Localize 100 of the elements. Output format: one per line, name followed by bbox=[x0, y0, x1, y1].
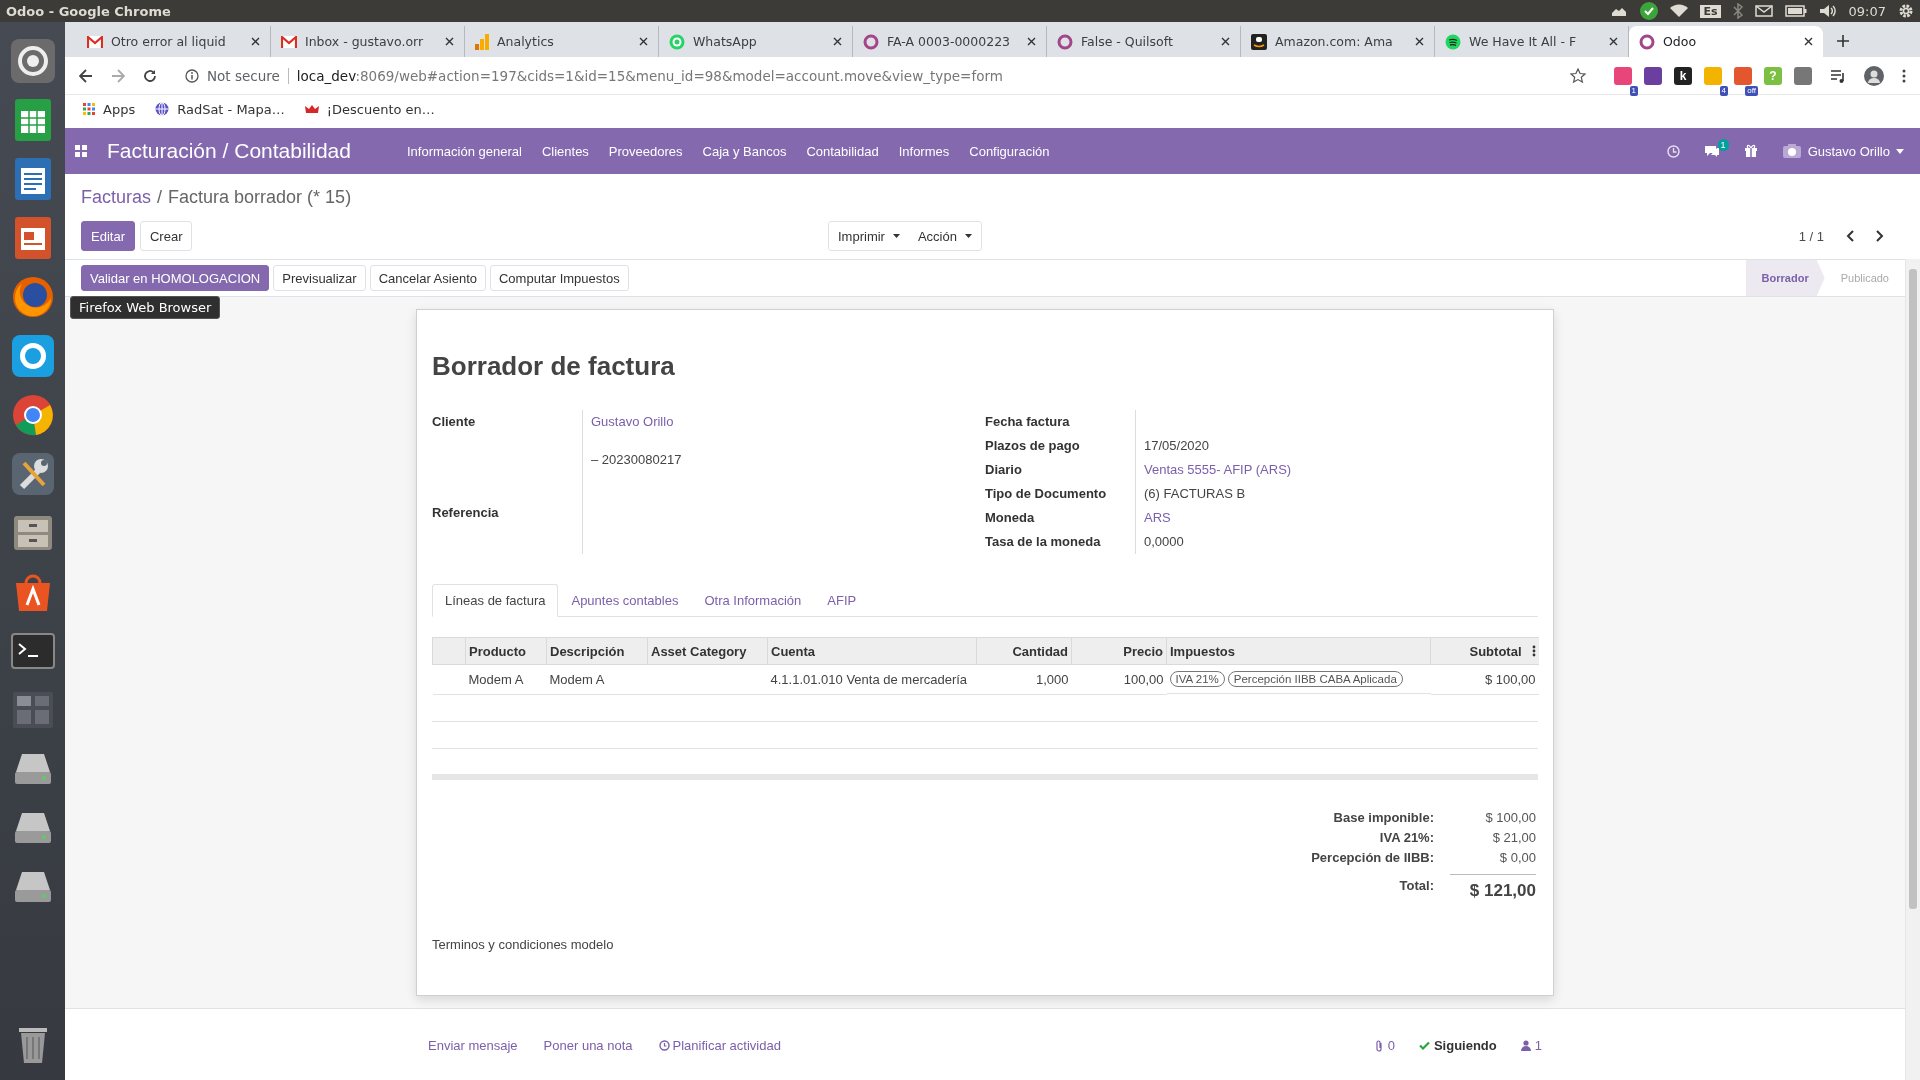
bookmark-link[interactable]: RadSat - Mapa… bbox=[155, 101, 285, 117]
keyboard-layout-indicator[interactable]: Es bbox=[1700, 4, 1721, 18]
close-icon[interactable] bbox=[639, 37, 648, 46]
globe-icon bbox=[155, 102, 170, 116]
bar-chart-icon bbox=[475, 33, 489, 50]
menu-item[interactable]: Informes bbox=[898, 143, 950, 159]
more-options-icon[interactable] bbox=[1531, 645, 1536, 657]
apps-menu-icon[interactable] bbox=[75, 145, 87, 157]
browser-tab[interactable]: Amazon.com: Ama bbox=[1241, 26, 1435, 57]
total-value: $ 21,00 bbox=[1491, 829, 1536, 845]
bookmark-star-icon[interactable] bbox=[1570, 67, 1586, 84]
following-button[interactable]: Siguiendo bbox=[1418, 1038, 1497, 1053]
battery-icon[interactable] bbox=[1784, 5, 1807, 17]
field-link[interactable]: ARS bbox=[1144, 510, 1171, 525]
create-button[interactable]: Crear bbox=[139, 221, 193, 251]
extension-icon[interactable]: k bbox=[1674, 66, 1692, 85]
column-header[interactable]: Producto bbox=[465, 637, 547, 665]
action-button[interactable]: Validar en HOMOLOGACION bbox=[81, 265, 270, 291]
wifi-icon[interactable] bbox=[1670, 4, 1689, 18]
mail-icon[interactable] bbox=[1754, 5, 1773, 17]
browser-tab[interactable]: FA-A 0003-0000223 bbox=[853, 26, 1047, 57]
form-tab[interactable]: Otra Información bbox=[691, 584, 815, 617]
new-tab-icon[interactable] bbox=[1837, 35, 1849, 47]
attachments-count[interactable]: 0 bbox=[1374, 1038, 1395, 1053]
gift-icon[interactable] bbox=[1743, 144, 1758, 158]
column-header[interactable]: Cantidad bbox=[976, 637, 1072, 665]
bookmark-link[interactable]: Apps bbox=[83, 101, 136, 117]
browser-tab[interactable]: Analytics bbox=[465, 26, 659, 57]
column-header[interactable]: Cuenta bbox=[767, 637, 977, 665]
close-icon[interactable] bbox=[833, 37, 842, 46]
edit-button[interactable]: Editar bbox=[81, 221, 135, 251]
action-button[interactable]: Cancelar Asiento bbox=[369, 265, 486, 291]
field-label: Cliente bbox=[432, 413, 477, 431]
check-circle-icon[interactable] bbox=[1640, 2, 1659, 20]
close-icon[interactable] bbox=[1221, 37, 1230, 46]
previous-icon[interactable] bbox=[1846, 230, 1854, 242]
browser-tab[interactable]: We Have It All - F bbox=[1435, 26, 1629, 57]
breadcrumb-link[interactable]: Facturas bbox=[81, 187, 152, 208]
menu-item[interactable]: Configuración bbox=[969, 143, 1050, 159]
close-icon[interactable] bbox=[1027, 37, 1036, 46]
form-tab[interactable]: AFIP bbox=[814, 584, 870, 617]
close-icon[interactable] bbox=[1609, 37, 1618, 46]
cloud-icon[interactable] bbox=[1610, 5, 1629, 17]
column-header[interactable]: Impuestos bbox=[1166, 637, 1431, 665]
column-header[interactable]: Subtotal bbox=[1430, 637, 1539, 665]
form-tab[interactable]: Líneas de factura bbox=[432, 584, 559, 617]
field-link[interactable]: Ventas 5555- AFIP (ARS) bbox=[1144, 462, 1292, 477]
column-header[interactable]: Precio bbox=[1071, 637, 1167, 665]
field-label: Moneda bbox=[985, 509, 1036, 527]
wrench-icon[interactable] bbox=[9, 450, 56, 497]
info-icon bbox=[185, 68, 199, 83]
extension-badge: off bbox=[1745, 85, 1758, 96]
browser-tab[interactable]: WhatsApp bbox=[659, 26, 853, 57]
next-icon[interactable] bbox=[1876, 230, 1884, 242]
app-title[interactable]: Facturación / Contabilidad bbox=[107, 139, 351, 163]
menu-item[interactable]: Información general bbox=[407, 143, 522, 159]
menu-item[interactable]: Proveedores bbox=[608, 143, 683, 159]
browser-tab[interactable]: Otro error al liquid bbox=[77, 26, 271, 57]
column-header[interactable]: Asset Category bbox=[647, 637, 768, 665]
total-label: IVA 21%: bbox=[1378, 829, 1435, 845]
total-label: Base imponible: bbox=[1332, 809, 1435, 825]
close-icon[interactable] bbox=[1804, 37, 1813, 46]
extension-icon[interactable] bbox=[1734, 66, 1752, 85]
extension-icon[interactable] bbox=[1614, 66, 1632, 85]
browser-tab[interactable]: False - Quilsoft bbox=[1047, 26, 1241, 57]
scroll-bar[interactable] bbox=[1905, 259, 1920, 1080]
settings-icon[interactable] bbox=[1898, 3, 1914, 19]
chatter-link[interactable]: Planificar actividad bbox=[658, 1038, 781, 1053]
extension-icon[interactable] bbox=[1644, 66, 1662, 85]
status-stage[interactable]: Borrador bbox=[1745, 260, 1825, 296]
breadcrumb-current: Factura borrador (* 15) bbox=[168, 187, 352, 208]
menu-item[interactable]: Clientes bbox=[541, 143, 589, 159]
user-menu[interactable]: Gustavo Orillo bbox=[1781, 143, 1904, 159]
menu-item[interactable]: Contabilidad bbox=[806, 143, 879, 159]
bluetooth-icon[interactable] bbox=[1732, 3, 1743, 19]
menu-icon[interactable] bbox=[1902, 68, 1906, 83]
clock-time[interactable]: 09:07 bbox=[1848, 3, 1886, 19]
browser-tab[interactable]: Inbox - gustavo.orr bbox=[271, 26, 465, 57]
back-icon[interactable] bbox=[79, 68, 93, 83]
reload-icon[interactable] bbox=[143, 68, 157, 83]
chatter-link[interactable]: Enviar mensaje bbox=[428, 1038, 518, 1053]
column-header[interactable]: Descripción bbox=[546, 637, 648, 665]
media-queue-icon[interactable] bbox=[1830, 68, 1846, 83]
browser-tab[interactable]: Odoo bbox=[1629, 26, 1823, 57]
followers-count[interactable]: 1 bbox=[1520, 1038, 1542, 1053]
menu-item[interactable]: Caja y Bancos bbox=[702, 143, 787, 159]
close-icon[interactable] bbox=[251, 37, 260, 46]
close-icon[interactable] bbox=[445, 37, 454, 46]
field-link[interactable]: Gustavo Orillo bbox=[591, 414, 674, 429]
bookmark-link[interactable]: ¡Descuento en… bbox=[304, 101, 435, 117]
extension-icon[interactable] bbox=[1794, 66, 1812, 85]
action-button[interactable]: Computar Impuestos bbox=[489, 265, 629, 291]
ubuntu-logo-icon[interactable] bbox=[9, 37, 56, 84]
close-icon[interactable] bbox=[1415, 37, 1424, 46]
profile-avatar-icon[interactable] bbox=[1864, 65, 1884, 86]
clock-icon[interactable] bbox=[1666, 144, 1680, 158]
action-button[interactable]: Previsualizar bbox=[273, 265, 366, 291]
form-tab[interactable]: Apuntes contables bbox=[558, 584, 692, 617]
chatter-link[interactable]: Poner una nota bbox=[543, 1038, 633, 1053]
speaker-icon[interactable] bbox=[1818, 4, 1837, 18]
